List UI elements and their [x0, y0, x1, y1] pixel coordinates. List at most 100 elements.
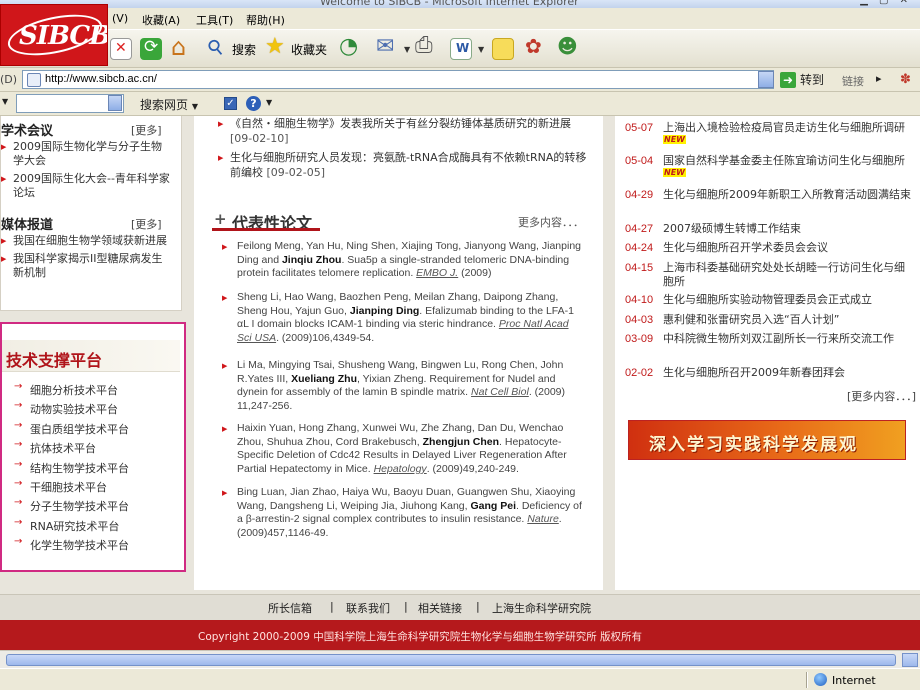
- search-web-button[interactable]: 搜索网页 ▼: [140, 96, 198, 113]
- news-item[interactable]: 《自然・细胞生物学》发表我所关于有丝分裂纺锤体基质研究的新进展 [09-02-1…: [218, 116, 588, 146]
- favorites-button[interactable]: 收藏夹: [265, 34, 328, 60]
- menu-tools[interactable]: 工具(T): [196, 12, 233, 28]
- right-more-link[interactable]: [更多内容．．．]: [847, 388, 916, 404]
- edit-button[interactable]: ▼: [450, 38, 484, 60]
- conf-list: 2009国际生物化学与分子生物学大会 2009国际生化大会--青年科学家论坛: [1, 140, 171, 204]
- window-titlebar: Welcome to SIBCB - Microsoft Internet Ex…: [0, 0, 920, 8]
- right-news-item[interactable]: 04-27 2007级硕博生转博工作结束: [625, 222, 911, 236]
- right-news-item[interactable]: 03-09 中科院微生物所刘双江副所长一行来所交流工作: [625, 332, 911, 346]
- stop-button[interactable]: [110, 38, 136, 60]
- ie-icon: ✽: [900, 72, 911, 87]
- web-search-dropdown[interactable]: [108, 95, 122, 111]
- help-dropdown-icon[interactable]: ▼: [266, 98, 272, 107]
- right-news-date: 03-09: [625, 333, 654, 345]
- slogan-banner[interactable]: 深入学习实践科学发展观: [628, 420, 906, 460]
- platform-item[interactable]: 结构生物学技术平台: [14, 459, 129, 479]
- right-news-text: 中科院微生物所刘双江副所长一行来所交流工作: [663, 332, 894, 345]
- right-news-text: 国家自然科学基金委主任陈宜瑜访问生化与细胞所: [663, 154, 905, 167]
- platform-item[interactable]: 抗体技术平台: [14, 439, 129, 459]
- platform-item[interactable]: 蛋白质组学技术平台: [14, 420, 129, 440]
- right-news-item[interactable]: 04-29 生化与细胞所2009年新职工入所教育活动圆满结束: [625, 188, 911, 202]
- research-button[interactable]: [524, 34, 550, 60]
- platform-item[interactable]: 化学生物学技术平台: [14, 536, 129, 556]
- footer-link-sibs[interactable]: 上海生命科学研究院: [492, 600, 591, 616]
- stop-icon: [110, 38, 132, 60]
- right-news-item[interactable]: 04-03 惠利健和张雷研究员入选“百人计划”: [625, 313, 911, 327]
- go-button[interactable]: ➜ 转到: [780, 71, 824, 88]
- copyright-text: Copyright 2000-2009 中国科学院上海生命科学研究院生物化学与细…: [198, 631, 643, 643]
- home-button[interactable]: [170, 33, 196, 61]
- media-item[interactable]: 我国科学家揭示II型糖尿病发生新机制: [1, 252, 171, 280]
- go-arrow-icon: ➜: [780, 71, 796, 88]
- highlight-check-icon[interactable]: ✓: [224, 97, 237, 110]
- conf-more-link[interactable]: [更多]: [131, 122, 162, 138]
- platform-item[interactable]: RNA研究技术平台: [14, 517, 129, 537]
- paper-pi: Zhengjun Chen: [422, 435, 500, 448]
- menu-view[interactable]: (V): [112, 12, 128, 25]
- news-item[interactable]: 生化与细胞所研究人员发现：亮氨酰-tRNA合成酶具有不依赖tRNA的转移前编校 …: [218, 150, 588, 180]
- banner-text: 深入学习实践科学发展观: [649, 435, 858, 455]
- footer-links: 所长信箱 | 联系我们 | 相关链接 | 上海生命科学研究院: [0, 594, 920, 620]
- footer-link-contact[interactable]: 联系我们: [346, 600, 390, 616]
- conf-item[interactable]: 2009国际生化大会--青年科学家论坛: [1, 172, 171, 200]
- word-icon: [450, 38, 472, 60]
- print-button[interactable]: [414, 33, 440, 60]
- address-dropdown-button[interactable]: [758, 71, 774, 88]
- platform-item[interactable]: 分子生物学技术平台: [14, 497, 129, 517]
- platform-item[interactable]: 干细胞技术平台: [14, 478, 129, 498]
- paper-journal-link[interactable]: Hepatology: [374, 463, 427, 475]
- messenger-button[interactable]: [556, 34, 582, 60]
- right-news-item[interactable]: 05-07 上海出入境检验检疫局官员走访生化与细胞所调研 NEW: [625, 121, 911, 149]
- media-item[interactable]: 我国在细胞生物学领域获新进展: [1, 234, 171, 248]
- right-news-date: 04-10: [625, 294, 654, 306]
- right-news-text: 惠利健和张雷研究员入选“百人计划”: [663, 313, 840, 326]
- print-icon: [414, 33, 436, 60]
- menu-bar: (V) 收藏(A) 工具(T) 帮助(H): [0, 8, 920, 30]
- footer-divider: |: [404, 600, 408, 613]
- footer-link-director-mailbox[interactable]: 所长信箱: [268, 600, 312, 616]
- conf-item[interactable]: 2009国际生物化学与分子生物学大会: [1, 140, 171, 168]
- paper-citation: . (2009)49,240-249.: [426, 462, 519, 475]
- mail-dropdown-icon[interactable]: ▼: [404, 45, 410, 54]
- window-controls[interactable]: ▁ ▢ ✕: [860, 0, 912, 6]
- refresh-button[interactable]: [140, 37, 166, 60]
- right-news-item[interactable]: 05-04 国家自然科学基金委主任陈宜瑜访问生化与细胞所 NEW: [625, 154, 911, 182]
- right-news-date: 04-27: [625, 223, 654, 235]
- paper-pi: Gang Pei: [470, 499, 516, 512]
- paper-pi: Xueliang Zhu: [291, 372, 357, 385]
- media-list: 我国在细胞生物学领域获新进展 我国科学家揭示II型糖尿病发生新机制: [1, 234, 171, 284]
- papers-more-link[interactable]: 更多内容．．．: [518, 214, 584, 230]
- paper-journal-link[interactable]: Nat Cell Biol: [471, 386, 529, 398]
- mail-button[interactable]: ▼: [376, 34, 410, 60]
- platform-item[interactable]: 动物实验技术平台: [14, 400, 129, 420]
- search-button[interactable]: 搜索: [206, 38, 256, 60]
- paper-journal-link[interactable]: EMBO J.: [416, 267, 458, 279]
- search-toolbar-menu-icon[interactable]: ▼: [2, 97, 8, 106]
- history-button[interactable]: [338, 34, 364, 60]
- favorites-label: 收藏夹: [291, 42, 328, 57]
- menu-help[interactable]: 帮助(H): [246, 12, 285, 28]
- media-more-link[interactable]: [更多]: [131, 216, 162, 232]
- links-chevron-icon[interactable]: ▸: [876, 72, 882, 85]
- paper-journal-link[interactable]: Nature: [527, 513, 559, 525]
- footer-divider: |: [330, 600, 334, 613]
- links-button[interactable]: 链接: [842, 73, 864, 89]
- right-news-item[interactable]: 04-15 上海市科委基础研究处处长胡睦一行访问生化与细胞所: [625, 261, 911, 289]
- address-input[interactable]: http://www.sibcb.ac.cn/: [22, 70, 774, 89]
- edit-dropdown-icon[interactable]: ▼: [478, 45, 484, 54]
- scroll-right-button[interactable]: [902, 653, 918, 667]
- footer-link-related[interactable]: 相关链接: [418, 600, 462, 616]
- scrollbar-thumb[interactable]: [6, 654, 896, 666]
- right-news-date: 04-24: [625, 242, 654, 254]
- help-icon[interactable]: ?: [246, 96, 261, 111]
- menu-favorites[interactable]: 收藏(A): [142, 12, 180, 28]
- conf-title: 学术会议: [1, 124, 54, 139]
- right-news-item[interactable]: 02-02 生化与细胞所召开2009年新春团拜会: [625, 366, 911, 380]
- right-news-item[interactable]: 04-24 生化与细胞所召开学术委员会会议: [625, 241, 911, 255]
- news-date: [09-02-05]: [266, 166, 326, 179]
- right-news-date: 02-02: [625, 367, 654, 379]
- platform-item[interactable]: 细胞分析技术平台: [14, 381, 129, 401]
- discuss-button[interactable]: [492, 38, 518, 60]
- horizontal-scrollbar[interactable]: [0, 650, 920, 668]
- right-news-item[interactable]: 04-10 生化与细胞所实验动物管理委员会正式成立: [625, 293, 911, 307]
